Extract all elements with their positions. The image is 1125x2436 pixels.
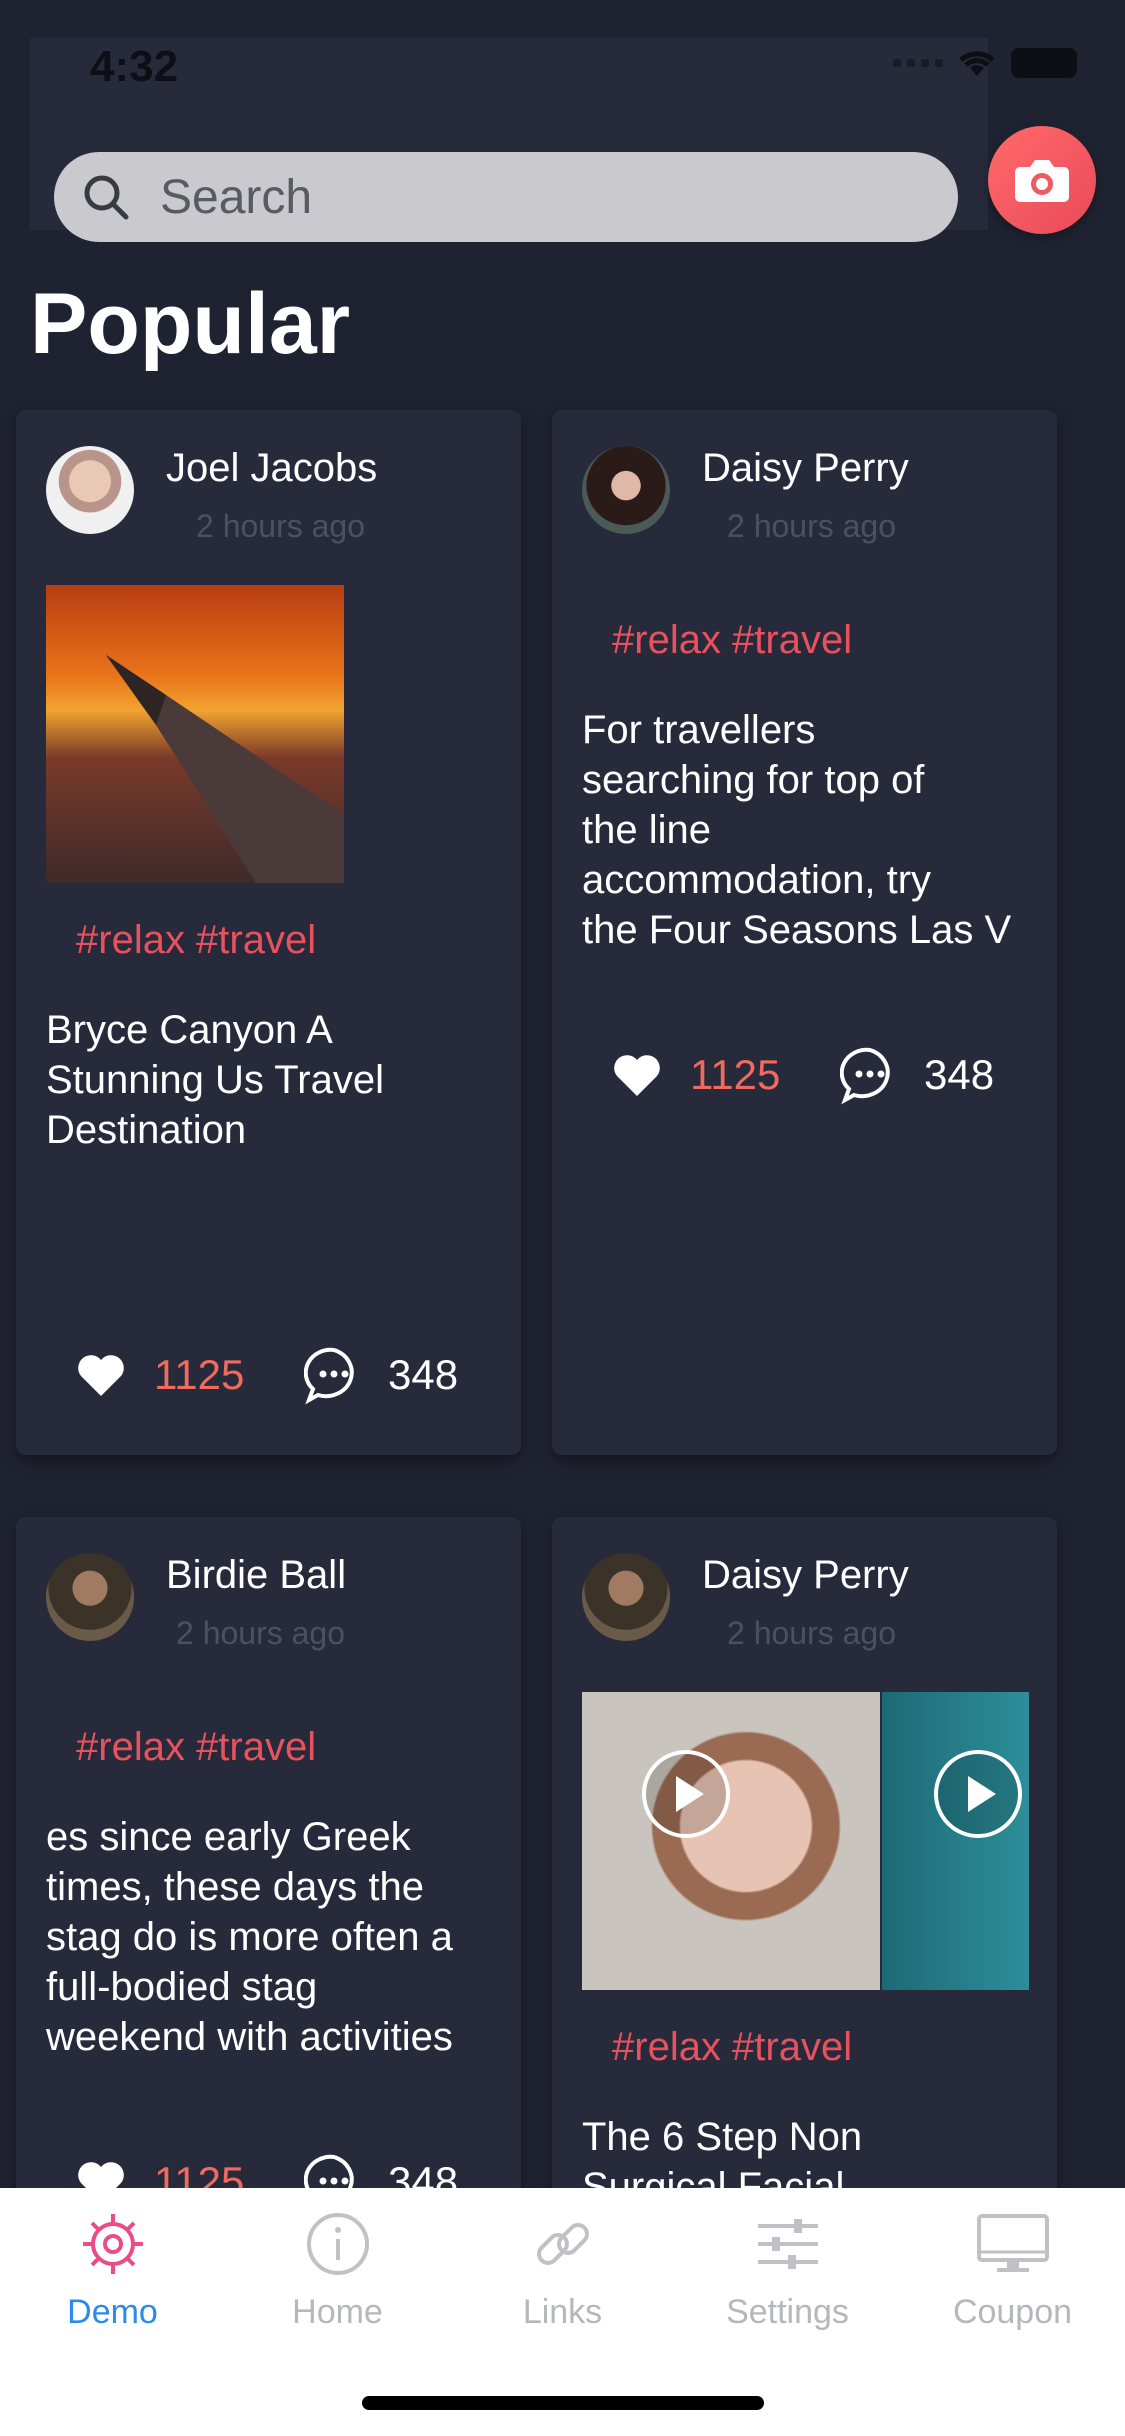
post-tags[interactable]: #relax #travel (76, 1725, 316, 1770)
search-icon (84, 175, 129, 220)
search-bar[interactable] (54, 152, 958, 242)
camera-button[interactable] (988, 126, 1096, 234)
post-card[interactable]: Daisy Perry 2 hours ago #relax #travel F… (552, 410, 1057, 1455)
post-tags[interactable]: #relax #travel (612, 618, 852, 663)
likes-count: 1125 (154, 1351, 245, 1398)
post-card[interactable]: Birdie Ball 2 hours ago #relax #travel e… (16, 1517, 521, 2217)
post-image[interactable] (46, 585, 344, 883)
post-card[interactable]: Daisy Perry 2 hours ago #relax #travel T… (552, 1517, 1057, 2217)
post-stats: 1125 348 (612, 1045, 994, 1105)
wifi-icon (959, 51, 995, 76)
author-name[interactable]: Joel Jacobs (166, 446, 377, 491)
post-text: Bryce Canyon A Stunning Us Travel Destin… (46, 1008, 384, 1152)
tab-label: Home (292, 2293, 383, 2331)
tab-label: Settings (726, 2293, 849, 2331)
video-carousel[interactable] (582, 1692, 1029, 1990)
avatar[interactable] (582, 1553, 670, 1641)
author-name[interactable]: Daisy Perry (702, 446, 909, 491)
video-thumbnail[interactable] (582, 1692, 880, 1990)
heart-icon[interactable] (612, 1052, 662, 1098)
post-time: 2 hours ago (196, 508, 366, 544)
author-name[interactable]: Birdie Ball (166, 1553, 346, 1598)
post-tags[interactable]: #relax #travel (76, 918, 316, 963)
tab-home[interactable]: Home (225, 2210, 450, 2332)
post-time: 2 hours ago (176, 1615, 346, 1651)
play-icon[interactable] (640, 1748, 732, 1840)
heart-icon[interactable] (76, 1352, 126, 1398)
search-input[interactable] (160, 169, 920, 225)
home-indicator[interactable] (362, 2396, 764, 2410)
airplane-wing-icon (106, 655, 344, 883)
tab-links[interactable]: Links (450, 2210, 675, 2332)
post-text: For travellers searching for top of the … (582, 708, 1012, 952)
tab-demo[interactable]: Demo (0, 2210, 225, 2332)
avatar[interactable] (46, 446, 134, 534)
gear-icon (82, 2214, 143, 2274)
author-name[interactable]: Daisy Perry (702, 1553, 909, 1598)
avatar[interactable] (582, 446, 670, 534)
post-time: 2 hours ago (727, 1615, 897, 1651)
avatar[interactable] (46, 1553, 134, 1641)
page-title: Popular (30, 276, 351, 372)
tab-settings[interactable]: Settings (675, 2210, 900, 2332)
comments-count: 348 (924, 1051, 995, 1098)
post-tags[interactable]: #relax #travel (612, 2025, 852, 2070)
comment-icon[interactable] (304, 1345, 364, 1405)
signal-icon (893, 59, 943, 67)
post-card[interactable]: Joel Jacobs 2 hours ago #relax #travel B… (16, 410, 521, 1455)
status-icons (893, 48, 1077, 78)
battery-icon (1011, 48, 1077, 78)
play-icon[interactable] (932, 1748, 1024, 1840)
info-icon (306, 2213, 369, 2275)
tab-label: Links (522, 2293, 603, 2331)
link-icon (536, 2223, 589, 2265)
sliders-icon (757, 2219, 818, 2269)
status-time: 4:32 (90, 42, 179, 91)
post-time: 2 hours ago (727, 508, 897, 544)
tab-coupon[interactable]: Coupon (900, 2210, 1125, 2332)
monitor-icon (976, 2214, 1049, 2272)
tab-label: Demo (67, 2293, 158, 2331)
tab-label: Coupon (952, 2293, 1073, 2331)
likes-count: 1125 (690, 1051, 781, 1098)
comment-icon[interactable] (840, 1045, 900, 1105)
camera-icon (1015, 160, 1069, 202)
post-text: es since early Greek times, these days t… (46, 1815, 453, 2059)
video-thumbnail[interactable] (882, 1692, 1029, 1990)
post-stats: 1125 348 (76, 1345, 458, 1405)
comments-count: 348 (388, 1351, 459, 1398)
